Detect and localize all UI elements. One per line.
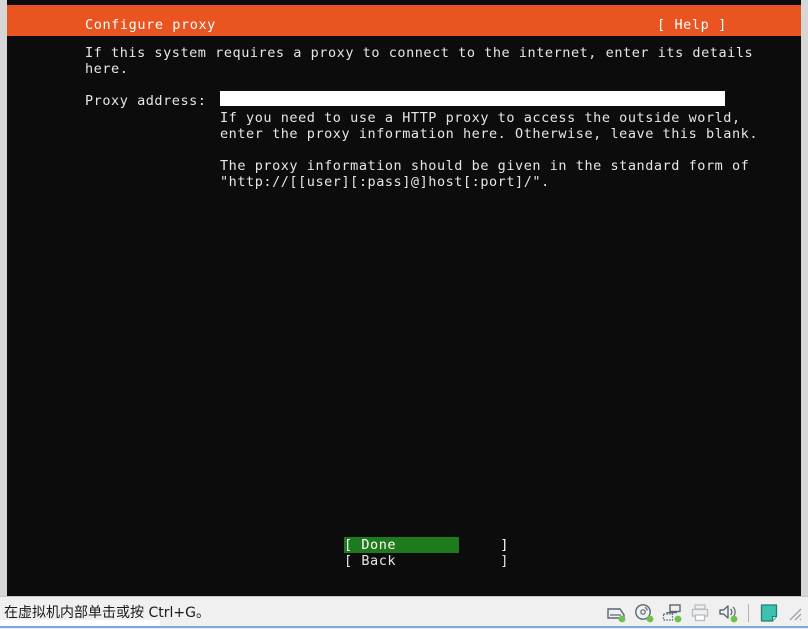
printer-icon[interactable]	[689, 602, 711, 624]
vmware-window: Configure proxy [ Help ] If this system …	[0, 0, 808, 629]
proxy-help-paragraph-1: If you need to use a HTTP proxy to acces…	[220, 110, 759, 142]
ubuntu-installer-screen: Configure proxy [ Help ] If this system …	[7, 0, 801, 596]
status-icon-tray	[605, 600, 802, 626]
sound-card-icon[interactable]	[717, 602, 739, 624]
resize-grip-icon[interactable]	[786, 605, 802, 621]
help-button[interactable]: [ Help ]	[657, 17, 727, 33]
intro-text: If this system requires a proxy to conne…	[85, 45, 754, 77]
status-separator	[748, 604, 749, 622]
button-group: [ Done ] [ Back ]	[344, 537, 508, 569]
proxy-address-label: Proxy address:	[85, 93, 207, 109]
proxy-address-input[interactable]	[220, 91, 725, 106]
hard-disk-icon[interactable]	[605, 602, 627, 624]
back-button[interactable]: [ Back ]	[344, 553, 508, 569]
guest-screen-border: Configure proxy [ Help ] If this system …	[7, 0, 801, 596]
proxy-help-paragraph-2: The proxy information should be given in…	[220, 158, 750, 190]
installer-header-bar: Configure proxy [ Help ]	[7, 5, 801, 36]
done-button[interactable]: [ Done ]	[344, 537, 508, 553]
page-title: Configure proxy	[85, 17, 216, 33]
network-adapter-icon[interactable]	[661, 602, 683, 624]
usb-device-icon[interactable]	[758, 602, 780, 624]
cd-dvd-icon[interactable]	[633, 602, 655, 624]
